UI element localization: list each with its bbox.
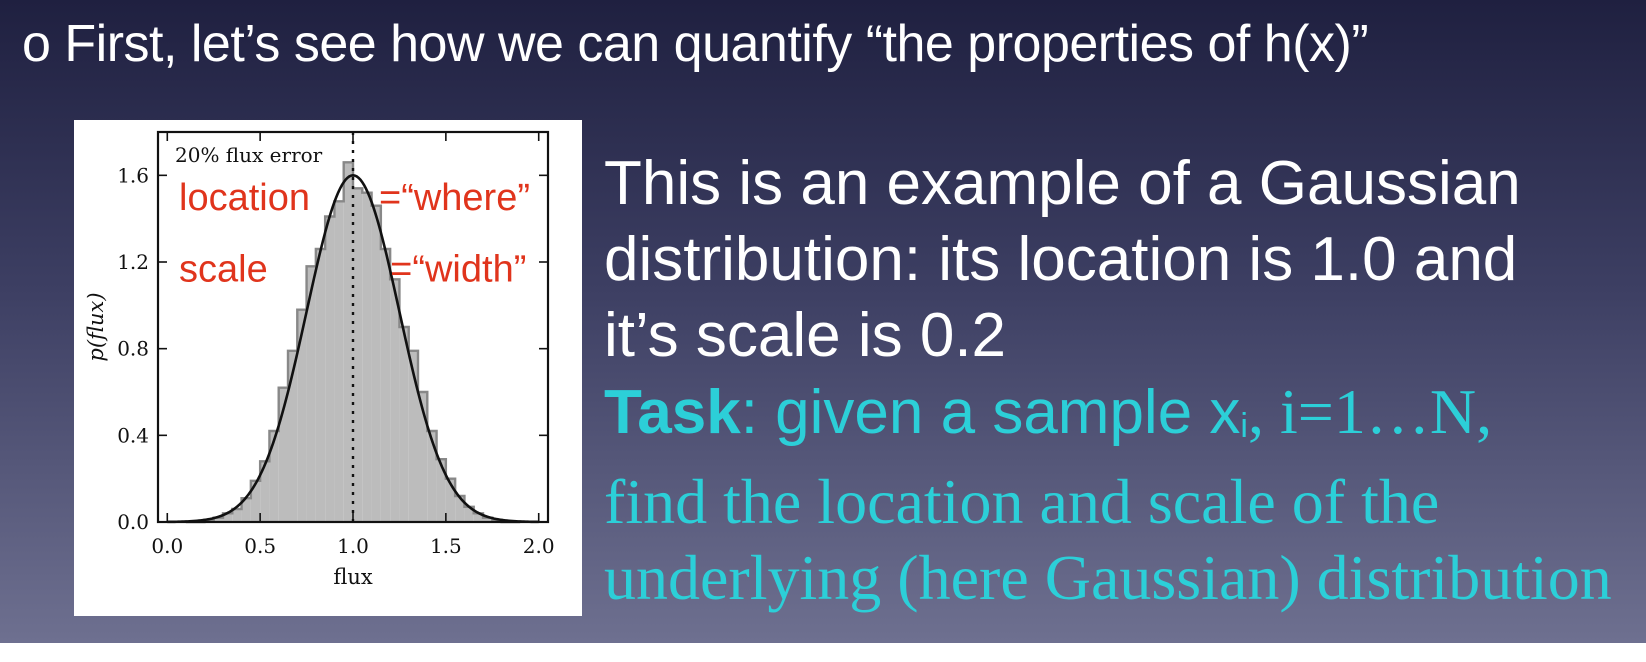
y-tick-label: 0.0: [117, 510, 149, 534]
body-line-1: This is an example of a Gaussian: [604, 149, 1521, 218]
histogram-bar: [315, 249, 326, 522]
x-tick-label: 0.5: [244, 534, 276, 558]
histogram-bar: [343, 162, 353, 523]
y-axis-label: p(flux): [84, 292, 108, 361]
chart-svg: 0.0 0.5 1.0 1.5 2.0 0.0 0.4 0.8 1.2 1.6 20% flux …: [84, 130, 555, 589]
task-subscript: i: [1240, 407, 1248, 445]
histogram-bar: [334, 201, 344, 522]
task-range: , i=1…N,: [1247, 376, 1493, 447]
histogram-bar: [390, 279, 400, 522]
annotation-where: =“where”: [379, 177, 530, 219]
x-tick-label: 2.0: [523, 534, 555, 558]
histogram-bar: [269, 431, 279, 522]
histogram-bar: [371, 205, 381, 522]
headline-text: First, let’s see how we can quantify “th…: [64, 15, 1369, 73]
body-line-2: distribution: its location is 1.0 and: [604, 225, 1518, 294]
chart-title: 20% flux error: [175, 143, 323, 167]
body-line-3: it’s scale is 0.2: [604, 301, 1007, 370]
histogram-bar: [380, 249, 391, 522]
y-tick-label: 1.2: [117, 250, 149, 274]
slide-body: This is an example of a Gaussian distrib…: [604, 146, 1634, 616]
annotation-location: location: [179, 177, 310, 219]
bullet-marker: o: [22, 15, 51, 73]
x-axis-label: flux: [333, 565, 373, 589]
annotation-scale: scale: [179, 249, 268, 291]
y-tick-label: 0.4: [117, 423, 149, 447]
histogram-bar: [399, 327, 409, 522]
body-line-5: find the location and scale of the: [604, 466, 1440, 537]
slide: o First, let’s see how we can quantify “…: [0, 0, 1646, 643]
slide-headline: o First, let’s see how we can quantify “…: [22, 14, 1369, 74]
task-line: Task: given a sample xi, i=1…N,: [604, 374, 1634, 464]
x-tick-label: 1.5: [430, 534, 462, 558]
task-sample-text: : given a sample x: [740, 378, 1241, 447]
histogram-chart: 0.0 0.5 1.0 1.5 2.0 0.0 0.4 0.8 1.2 1.6 20% flux …: [74, 120, 582, 616]
body-line-6: underlying (here Gaussian) distribution: [604, 542, 1612, 613]
x-tick-label: 0.0: [151, 534, 183, 558]
histogram-bar: [362, 192, 372, 522]
histogram-bar: [353, 188, 363, 522]
x-tick-label: 1.0: [337, 534, 369, 558]
histogram-bar: [427, 431, 437, 522]
histogram-bar: [232, 509, 242, 522]
annotation-width: =“width”: [390, 249, 526, 291]
y-tick-label: 1.6: [117, 163, 149, 187]
histogram-bar: [436, 459, 446, 522]
task-label: Task: [604, 378, 741, 447]
histogram-bar: [325, 216, 335, 522]
y-tick-label: 0.8: [117, 337, 149, 361]
